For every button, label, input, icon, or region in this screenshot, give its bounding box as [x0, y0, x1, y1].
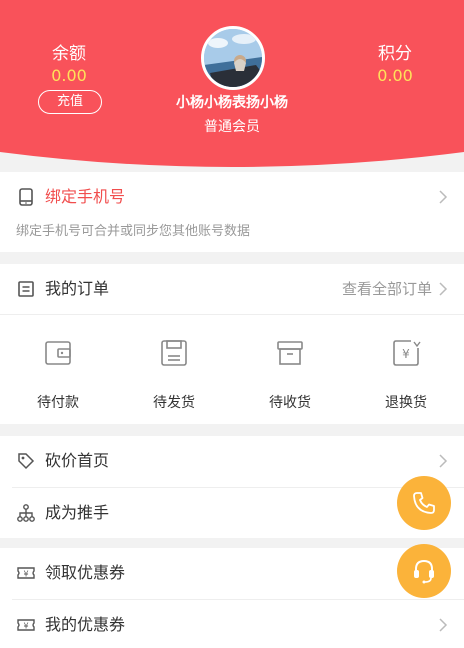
balance-value: 0.00: [51, 66, 87, 85]
balance-stat[interactable]: 余额 0.00: [24, 44, 114, 86]
headset-icon: [414, 559, 434, 584]
phone-icon: [19, 188, 33, 206]
chevron-right-icon: [439, 618, 448, 632]
order-pending-payment-label: 待付款: [37, 395, 79, 411]
package-save-icon: [161, 340, 187, 366]
avatar-image: [204, 29, 262, 87]
bind-phone-description: 绑定手机号可合并或同步您其他账号数据: [16, 224, 251, 239]
order-pending-shipment-label: 待发货: [153, 395, 195, 411]
wallet-icon: [45, 341, 71, 365]
points-value: 0.00: [377, 66, 413, 85]
call-button[interactable]: [397, 476, 451, 530]
coupon-icon: ¥: [17, 619, 35, 631]
org-chart-icon: [17, 504, 35, 522]
order-pending-receipt-label: 待收货: [269, 395, 311, 411]
customer-service-button[interactable]: [397, 544, 451, 598]
bind-phone-title: 绑定手机号: [45, 187, 126, 206]
order-pending-receipt[interactable]: 待收货: [232, 338, 348, 412]
my-orders-row[interactable]: 我的订单 查看全部订单: [0, 264, 464, 314]
bargain-home-row[interactable]: 砍价首页: [0, 436, 464, 486]
become-promoter-row[interactable]: 成为推手: [0, 488, 464, 538]
view-all-orders-link[interactable]: 查看全部订单: [342, 264, 432, 314]
balance-label: 余额: [52, 44, 86, 64]
refund-icon: ¥: [393, 340, 421, 366]
username: 小杨小杨表扬小杨: [176, 95, 288, 111]
divider: [0, 314, 464, 315]
orders-section: 我的订单 查看全部订单 待付款 待发货 待收货 ¥ 退换货: [0, 264, 464, 424]
recharge-button[interactable]: 充值: [38, 90, 102, 114]
points-stat[interactable]: 积分 0.00: [350, 44, 440, 86]
my-coupons-label: 我的优惠券: [45, 615, 126, 634]
order-returns-label: 退换货: [385, 395, 427, 411]
phone-call-icon: [413, 492, 435, 514]
svg-text:¥: ¥: [402, 347, 410, 361]
profile-header: 余额 0.00 充值 小杨小杨表扬小杨 普通会员 积分 0.00: [0, 0, 464, 172]
order-list-icon: [18, 281, 34, 297]
bind-phone-row[interactable]: 绑定手机号: [0, 172, 464, 222]
svg-text:¥: ¥: [23, 570, 28, 579]
tag-icon: [18, 453, 35, 470]
become-promoter-label: 成为推手: [45, 503, 110, 522]
avatar[interactable]: [201, 26, 265, 90]
chevron-right-icon: [439, 454, 448, 468]
get-coupons-row[interactable]: ¥ 领取优惠券: [0, 548, 464, 598]
order-pending-payment[interactable]: 待付款: [0, 338, 116, 412]
chevron-right-icon: [439, 190, 448, 204]
menu-group-promo: 砍价首页 成为推手: [0, 436, 464, 538]
order-pending-shipment[interactable]: 待发货: [116, 338, 232, 412]
box-icon: [277, 341, 303, 365]
get-coupons-label: 领取优惠券: [45, 563, 126, 582]
chevron-right-icon: [439, 282, 448, 296]
menu-group-coupons: ¥ 领取优惠券 ¥ 我的优惠券: [0, 548, 464, 648]
member-level: 普通会员: [204, 119, 260, 135]
bind-phone-section[interactable]: 绑定手机号 绑定手机号可合并或同步您其他账号数据: [0, 172, 464, 252]
bargain-home-label: 砍价首页: [45, 451, 110, 470]
my-coupons-row[interactable]: ¥ 我的优惠券: [0, 600, 464, 648]
coupon-icon: ¥: [17, 567, 35, 579]
points-label: 积分: [378, 44, 412, 64]
my-orders-title: 我的订单: [45, 279, 110, 298]
svg-text:¥: ¥: [23, 622, 28, 631]
order-returns[interactable]: ¥ 退换货: [348, 338, 464, 412]
